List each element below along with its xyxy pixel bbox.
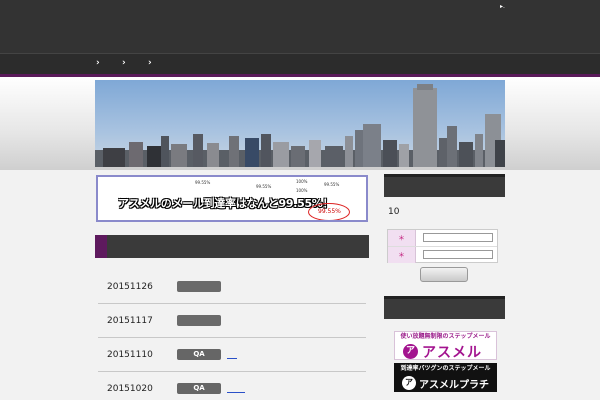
sidebar-login-header <box>384 174 505 197</box>
banner-highlight-value: 99.55% <box>318 208 341 215</box>
news-date: 20151020 <box>107 384 153 394</box>
login-row-id: ＊ <box>388 230 497 246</box>
platina-ad-banner[interactable]: 到達率バツグンのステップメール ア アスメルプラチナ <box>394 363 497 392</box>
news-date: 20151110 <box>107 350 153 360</box>
nav-item-2[interactable]: › <box>122 58 126 68</box>
news-date: 20151117 <box>107 316 153 326</box>
section-accent <box>95 235 107 258</box>
banner-cell: 99.55% <box>256 184 272 189</box>
asmel-logo-icon: ア <box>403 344 418 359</box>
sidebar-links-header <box>384 296 505 319</box>
banner-cell: 99.55% <box>324 182 340 187</box>
platina-ad-tagline: 到達率バツグンのステップメール <box>400 365 491 372</box>
platina-logo-icon: ア <box>402 376 416 390</box>
banner-headline: アスメルのメール到達率はなんと99.55%！ <box>118 197 334 210</box>
asmel-ad-banner[interactable]: 使い放題無制限のステップメール ア アスメル <box>394 331 497 360</box>
login-row-password: ＊ <box>388 247 497 263</box>
login-password-input[interactable] <box>423 250 493 259</box>
banner-cell: 100% <box>296 179 308 184</box>
login-form: ＊ ＊ <box>387 229 498 263</box>
nav-bar: › › › <box>0 53 600 74</box>
nav-item-1[interactable]: › <box>96 58 100 68</box>
news-section-header <box>95 235 369 258</box>
news-title-link[interactable] <box>227 392 245 393</box>
banner-cell: 100% <box>296 188 308 193</box>
news-title-link[interactable] <box>227 358 237 359</box>
promo-banner[interactable]: 99.55% 99.55% 100% 100% 99.55% アスメルのメール到… <box>96 175 368 222</box>
news-date: 20151126 <box>107 282 153 292</box>
required-mark: ＊ <box>398 251 405 259</box>
sidebar-count: 10 <box>388 207 400 217</box>
banner-cell: 99.55% <box>195 180 211 185</box>
news-row[interactable]: 20151126 <box>98 270 366 304</box>
platina-ad-name: アスメルプラチナ <box>419 380 489 391</box>
required-mark: ＊ <box>398 234 405 242</box>
top-marker: ▸. <box>500 3 505 10</box>
news-category-badge <box>177 315 221 326</box>
nav-item-3[interactable]: › <box>148 58 152 68</box>
hero-skyline-image <box>95 80 505 167</box>
news-row[interactable]: 20151117 <box>98 304 366 338</box>
login-button[interactable] <box>420 267 468 282</box>
top-bar: ▸. <box>0 0 600 53</box>
login-id-input[interactable] <box>423 233 493 242</box>
news-row[interactable]: 20151110 QA <box>98 338 366 372</box>
news-row[interactable]: 20151020 QA <box>98 372 366 400</box>
news-category-badge: QA <box>177 349 221 360</box>
news-category-badge: QA <box>177 383 221 394</box>
asmel-ad-tagline: 使い放題無制限のステップメール <box>400 333 491 340</box>
news-category-badge <box>177 281 221 292</box>
asmel-ad-name: アスメル <box>422 345 482 360</box>
skyline-illustration <box>95 84 505 167</box>
